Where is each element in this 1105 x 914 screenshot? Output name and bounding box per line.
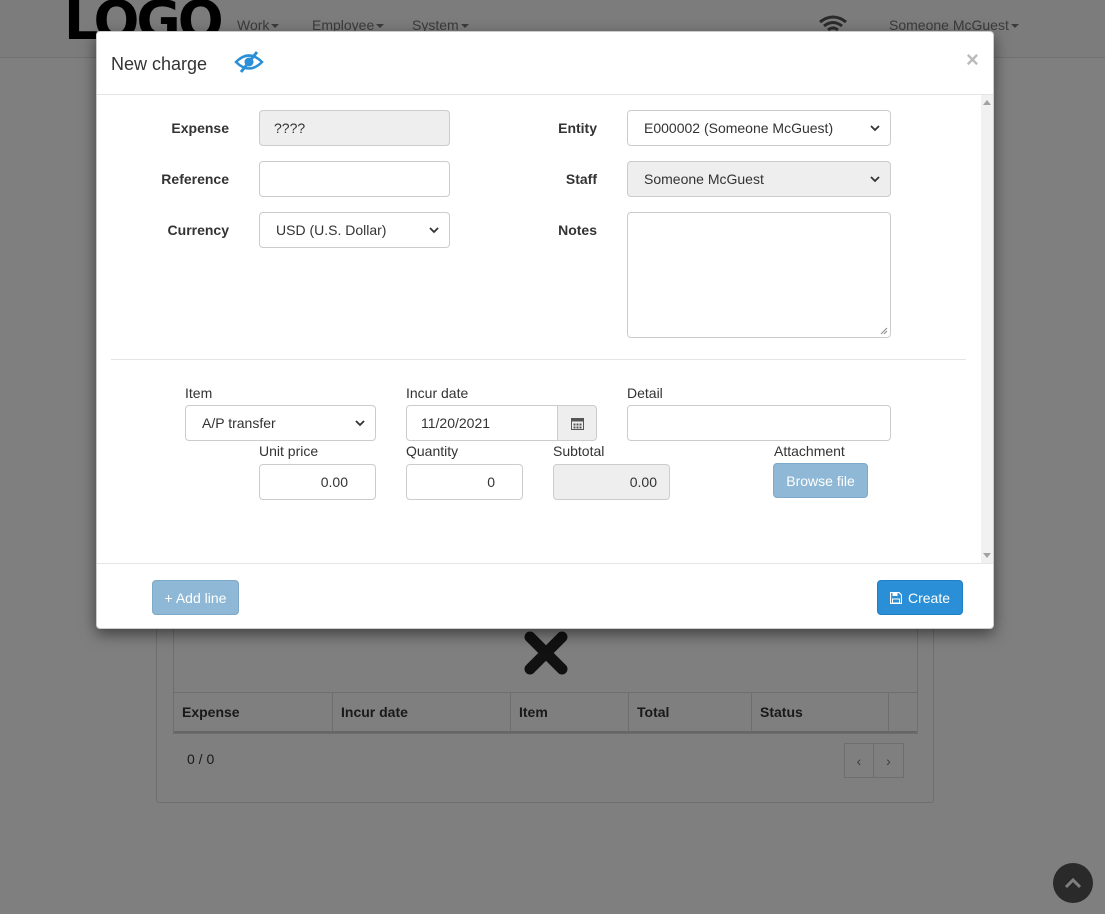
modal-footer: + Add line Create: [97, 563, 993, 630]
item-select[interactable]: A/P transfer: [185, 405, 376, 441]
reference-label: Reference: [161, 171, 229, 187]
chevron-down-icon: [870, 125, 880, 132]
browse-file-button[interactable]: Browse file: [773, 463, 868, 498]
chevron-down-icon: [870, 176, 880, 183]
modal-title: New charge: [111, 54, 208, 74]
add-line-button[interactable]: + Add line: [152, 580, 239, 615]
currency-select[interactable]: USD (U.S. Dollar): [259, 212, 450, 248]
detail-label: Detail: [627, 385, 663, 401]
calendar-button[interactable]: [557, 405, 597, 441]
unit-price-value: 0.00: [320, 474, 348, 490]
close-button[interactable]: ×: [966, 49, 979, 71]
create-button-label: Create: [907, 589, 951, 606]
entity-select[interactable]: E000002 (Someone McGuest): [627, 110, 891, 146]
section-divider: [111, 359, 966, 360]
unit-price-label: Unit price: [259, 443, 319, 459]
chevron-down-icon: [355, 420, 365, 427]
quantity-label: Quantity: [406, 443, 459, 459]
currency-label: Currency: [167, 222, 229, 238]
currency-value: USD (U.S. Dollar): [276, 222, 387, 238]
unit-price-input[interactable]: 0.00: [259, 464, 376, 500]
resize-grip-icon[interactable]: [880, 327, 888, 335]
reference-input[interactable]: [259, 161, 450, 197]
new-charge-dialog: New charge × Expense ???? Reference Curr…: [96, 31, 994, 629]
expense-field[interactable]: ????: [259, 110, 450, 146]
entity-value: E000002 (Someone McGuest): [644, 120, 834, 136]
staff-value: Someone McGuest: [644, 171, 764, 187]
staff-label: Staff: [565, 171, 597, 187]
calendar-icon: [570, 417, 584, 430]
modal-scrollbar[interactable]: [981, 95, 993, 563]
entity-label: Entity: [558, 120, 597, 136]
create-button[interactable]: Create: [877, 580, 963, 615]
incur-date-label: Incur date: [406, 385, 469, 401]
notes-label: Notes: [558, 222, 597, 238]
scroll-up-arrow-icon[interactable]: [983, 100, 991, 105]
eye-slash-icon[interactable]: [234, 50, 264, 74]
notes-textarea[interactable]: [627, 212, 891, 338]
save-icon: [889, 591, 902, 604]
quantity-value: 0: [487, 474, 495, 490]
modal-header: New charge ×: [97, 32, 993, 95]
item-label: Item: [185, 385, 213, 401]
item-value: A/P transfer: [202, 415, 276, 431]
modal-body: Expense ???? Reference Currency USD (U.S…: [97, 95, 993, 563]
quantity-input[interactable]: 0: [406, 464, 523, 500]
incur-date-input[interactable]: 11/20/2021: [406, 405, 558, 441]
subtotal-label: Subtotal: [553, 443, 605, 459]
detail-input[interactable]: [627, 405, 891, 441]
subtotal-value: 0.00: [629, 474, 657, 490]
chevron-down-icon: [429, 227, 439, 234]
expense-label: Expense: [171, 120, 229, 136]
expense-value: ????: [274, 120, 306, 136]
subtotal-field[interactable]: 0.00: [553, 464, 670, 500]
scroll-down-arrow-icon[interactable]: [983, 553, 991, 558]
attachment-label: Attachment: [774, 443, 845, 459]
staff-select[interactable]: Someone McGuest: [627, 161, 891, 197]
incur-date-value: 11/20/2021: [421, 415, 491, 431]
